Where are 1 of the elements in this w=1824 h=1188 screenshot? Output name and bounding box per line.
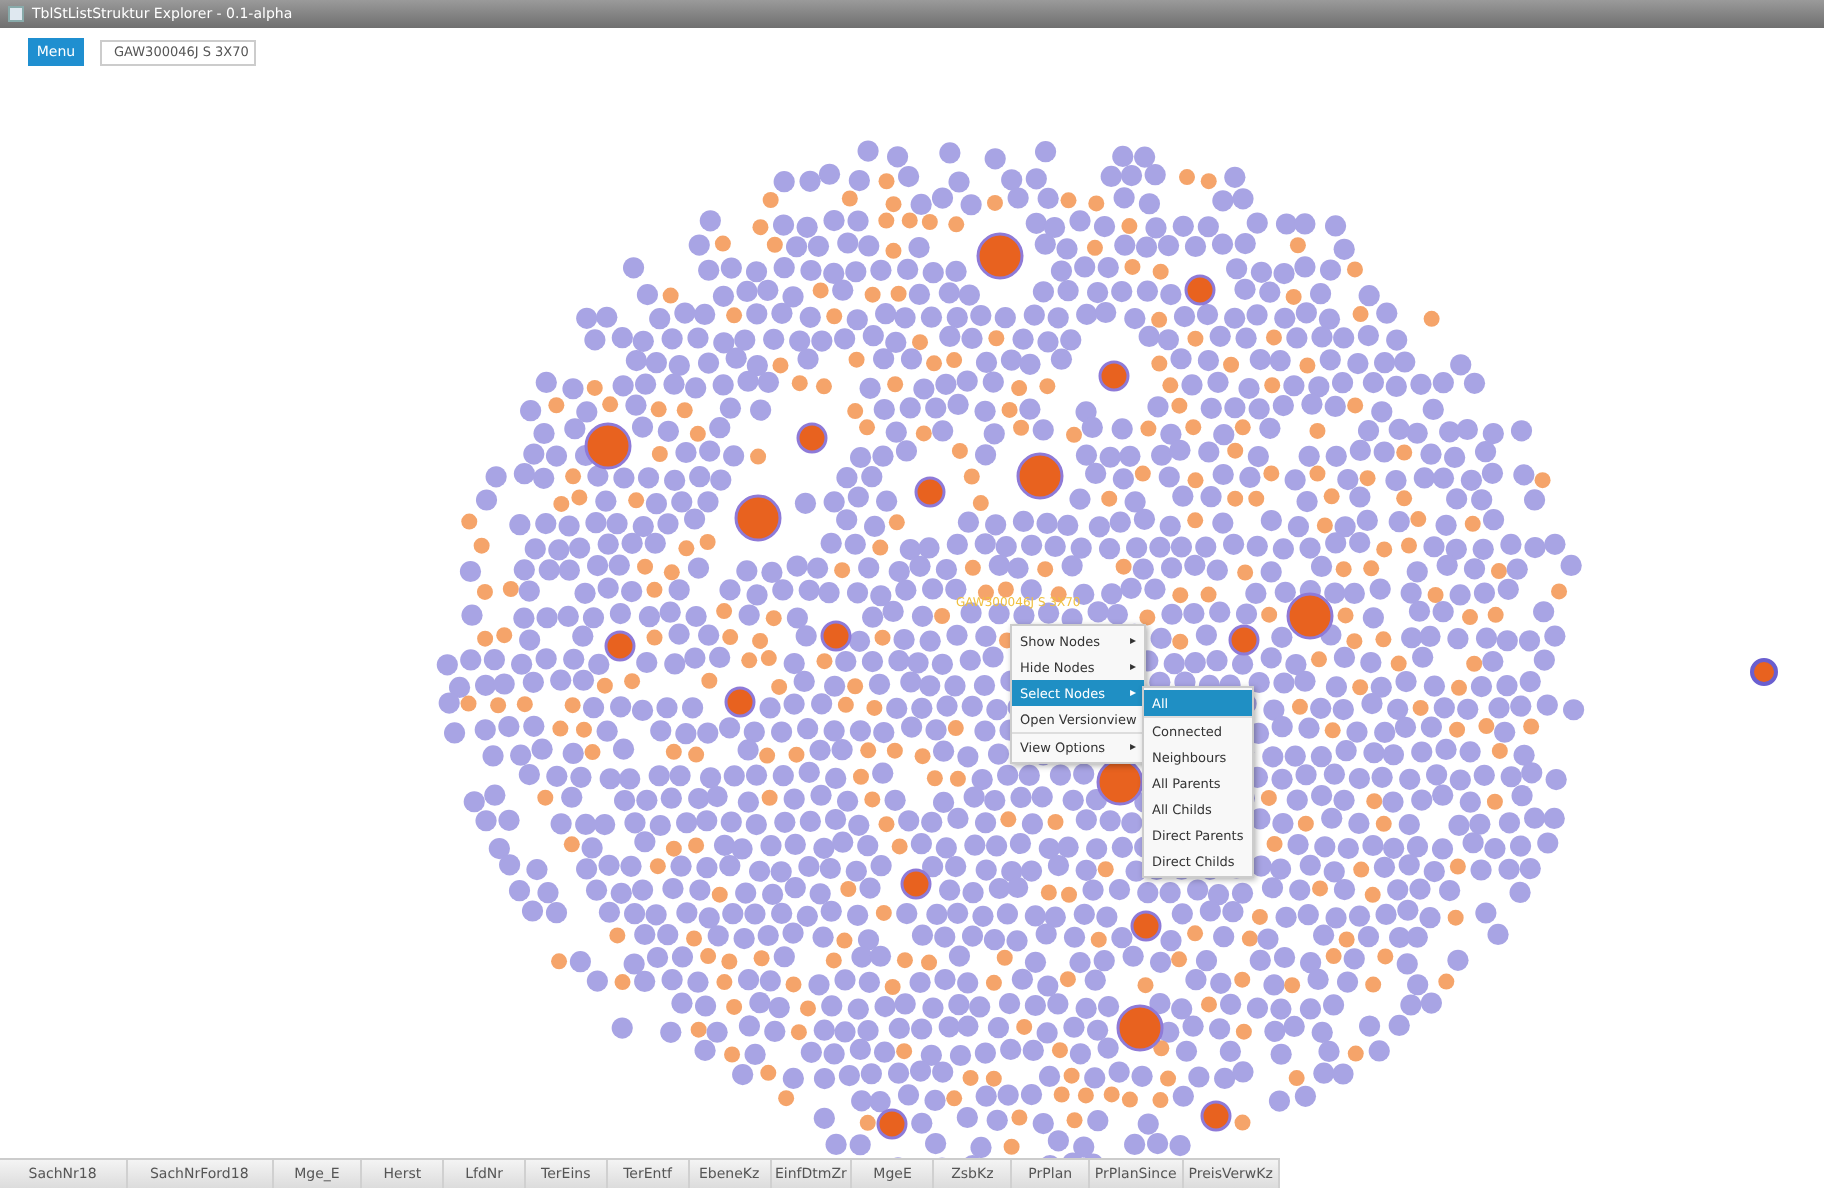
app-icon — [8, 6, 24, 22]
